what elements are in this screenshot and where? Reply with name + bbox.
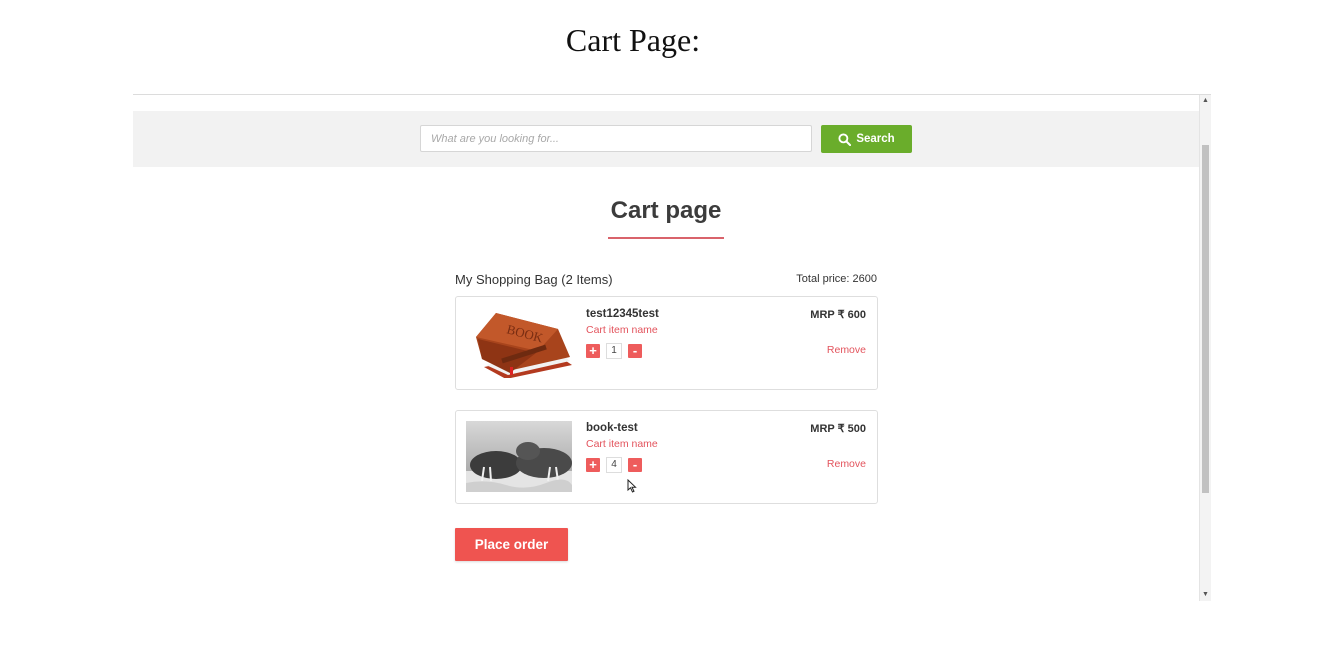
search-bar: Search [133,111,1199,167]
increase-quantity-button[interactable]: + [586,458,600,472]
increase-quantity-button[interactable]: + [586,344,600,358]
remove-item-link[interactable]: Remove [827,458,866,470]
search-input[interactable] [420,125,812,152]
search-button-label: Search [856,133,895,145]
vertical-scrollbar[interactable]: ▲ ▼ [1199,95,1211,601]
cart-item: book-test Cart item name + 4 - MRP ₹ 500… [455,410,878,504]
walrus-photo-image [466,421,572,492]
mouse-cursor-icon [627,479,637,493]
browser-viewport: Search Cart page My Shopping Bag (2 Item… [133,94,1211,601]
document-caption: Cart Page: [565,22,701,58]
page-title: Cart page [610,197,722,224]
remove-item-link[interactable]: Remove [827,344,866,356]
search-button[interactable]: Search [821,125,912,153]
scroll-up-arrow-icon[interactable]: ▲ [1200,95,1211,107]
title-underline [608,237,724,239]
quantity-value: 4 [606,457,622,473]
item-name: test12345test [586,308,659,320]
brown-book-image: BOOK [466,307,572,378]
item-subtitle: Cart item name [586,438,658,450]
item-price: MRP ₹ 600 [810,309,866,321]
item-subtitle: Cart item name [586,324,658,336]
scroll-down-arrow-icon[interactable]: ▼ [1200,589,1211,601]
quantity-value: 1 [606,343,622,359]
bag-summary: My Shopping Bag (2 Items) [455,272,613,287]
scrollbar-thumb[interactable] [1202,145,1209,493]
place-order-button[interactable]: Place order [455,528,568,561]
total-price: Total price: 2600 [796,273,877,285]
item-name: book-test [586,422,638,434]
search-icon [838,132,852,146]
item-price: MRP ₹ 500 [810,423,866,435]
decrease-quantity-button[interactable]: - [628,458,642,472]
decrease-quantity-button[interactable]: - [628,344,642,358]
cart-item: BOOK test12345test Cart item name + 1 - … [455,296,878,390]
